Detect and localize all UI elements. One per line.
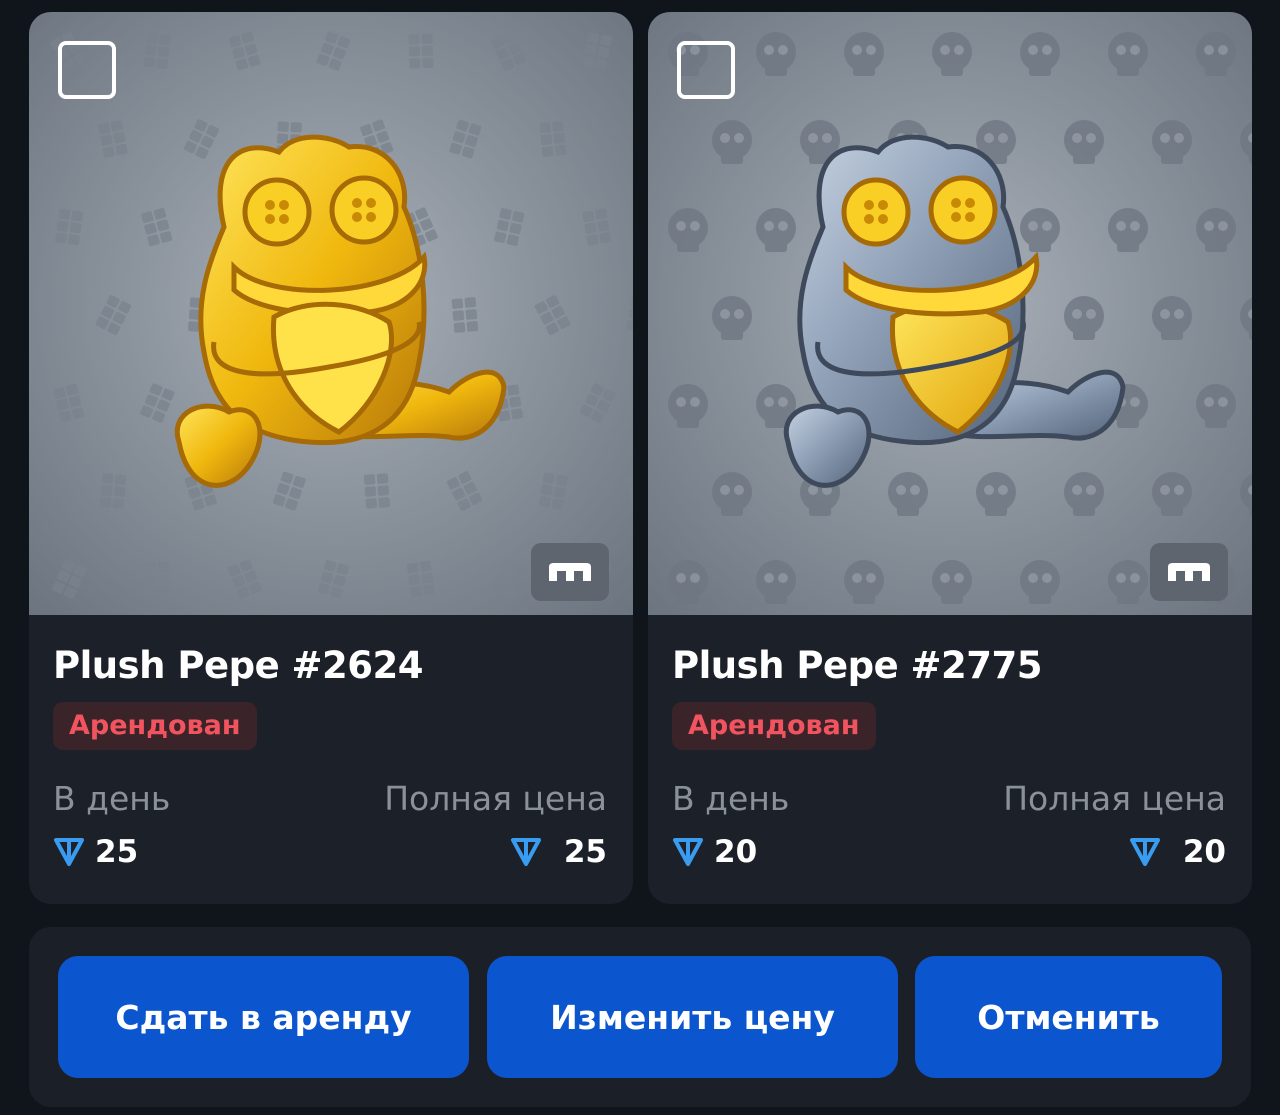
gift-card[interactable]: Plush Pepe #2775 Арендован В день Полная… — [648, 12, 1252, 904]
cancel-button[interactable]: Отменить — [915, 956, 1222, 1078]
per-day-value: 25 — [95, 834, 139, 870]
status-badge: Арендован — [53, 702, 257, 750]
full-price-label: Полная цена — [384, 779, 607, 818]
plush-pepe-silver-image — [783, 134, 1126, 488]
full-price: 25 — [510, 830, 607, 874]
per-day-value: 20 — [714, 834, 758, 870]
action-bar: Сдать в аренду Изменить цену Отменить — [29, 927, 1251, 1107]
full-price-value: 20 — [1182, 834, 1226, 870]
gift-title: Plush Pepe #2624 — [53, 644, 424, 687]
full-price-value: 25 — [563, 834, 607, 870]
change-price-button[interactable]: Изменить цену — [487, 956, 898, 1078]
model-3d-icon — [549, 563, 591, 581]
gift-artwork[interactable] — [648, 12, 1252, 615]
ton-icon — [673, 838, 703, 866]
select-checkbox[interactable] — [58, 41, 116, 99]
ton-icon — [54, 838, 84, 866]
model-3d-icon — [1168, 563, 1210, 581]
ton-icon — [510, 838, 541, 866]
gift-artwork[interactable] — [29, 12, 633, 615]
per-day-label: В день — [53, 779, 171, 818]
select-checkbox[interactable] — [677, 41, 735, 99]
full-price-label: Полная цена — [1003, 779, 1226, 818]
rent-out-button[interactable]: Сдать в аренду — [58, 956, 469, 1078]
model-badge-button[interactable] — [1150, 543, 1228, 601]
per-day-label: В день — [672, 779, 790, 818]
gift-title: Plush Pepe #2775 — [672, 644, 1043, 687]
model-badge-button[interactable] — [531, 543, 609, 601]
gift-card[interactable]: Plush Pepe #2624 Арендован В день Полная… — [29, 12, 633, 904]
ton-icon — [1129, 838, 1160, 866]
status-badge: Арендован — [672, 702, 876, 750]
full-price: 20 — [1129, 830, 1226, 874]
per-day-price: 25 — [53, 830, 138, 874]
plush-pepe-gold-image — [174, 134, 507, 488]
per-day-price: 20 — [672, 830, 757, 874]
